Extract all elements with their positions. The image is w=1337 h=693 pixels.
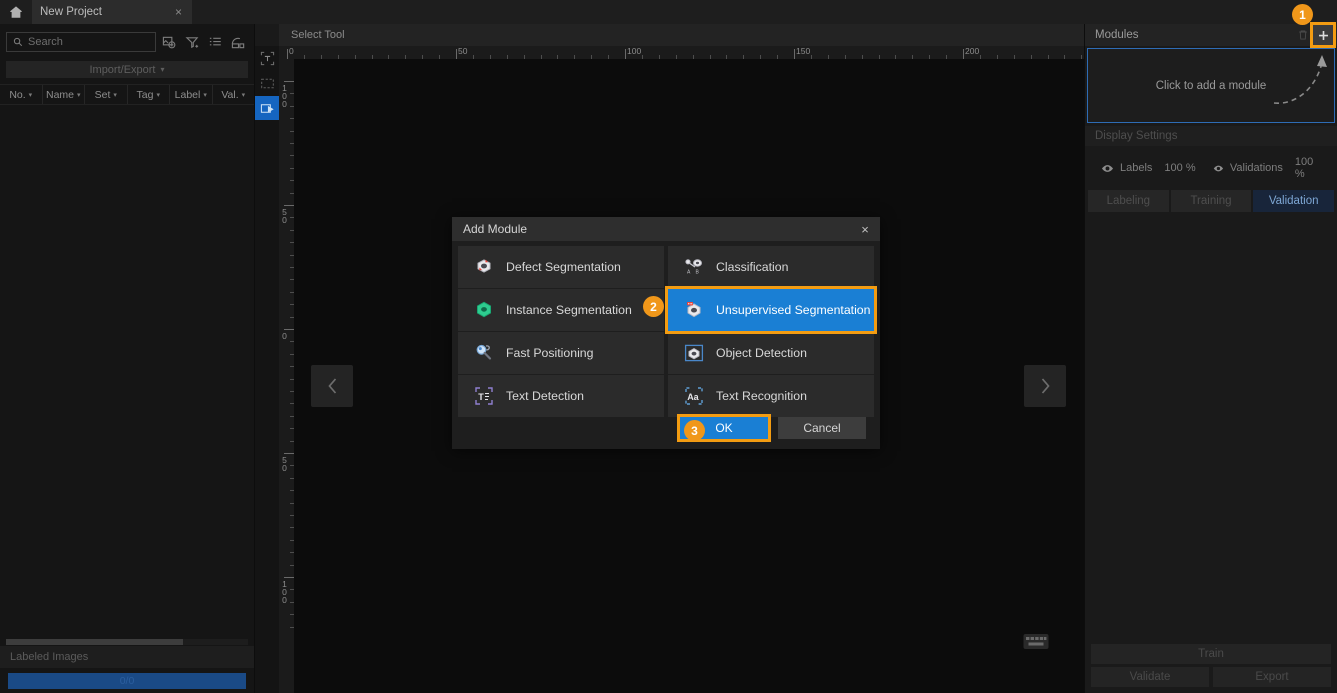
defect-segmentation-item[interactable]: Defect Segmentation: [458, 246, 664, 288]
svg-text:T: T: [478, 392, 484, 402]
unsupervised-segmentation-icon: [682, 298, 706, 322]
module-label: Instance Segmentation: [506, 303, 632, 317]
add-module-dialog: Add Module × Defect Segmentation A B Classi…: [452, 217, 880, 449]
module-label: Fast Positioning: [506, 346, 594, 360]
callout-badge-2: 2: [643, 296, 664, 317]
application-window: New Project × Search Import/Export ▾ No.…: [0, 0, 1337, 693]
fast-positioning-item[interactable]: Fast Positioning: [458, 332, 664, 374]
module-label: Object Detection: [716, 346, 807, 360]
module-grid: Defect Segmentation A B Classification Insta…: [452, 241, 880, 417]
svg-text:A: A: [687, 270, 691, 276]
object-detection-item[interactable]: Object Detection: [668, 332, 874, 374]
dialog-title: Add Module: [463, 222, 528, 236]
callout-badge-3: 3: [684, 420, 705, 441]
classification-item[interactable]: A B Classification: [668, 246, 874, 288]
unsupervised-segmentation-item[interactable]: Unsupervised Segmentation: [665, 286, 877, 334]
dialog-close-icon[interactable]: ×: [856, 220, 874, 238]
svg-text:B: B: [696, 270, 700, 276]
module-label: Text Detection: [506, 389, 584, 403]
instance-segmentation-icon: [472, 298, 496, 322]
classification-icon: AB: [682, 255, 706, 279]
module-label: Text Recognition: [716, 389, 807, 403]
object-detection-icon: [682, 341, 706, 365]
svg-text:Aa: Aa: [687, 392, 699, 402]
module-label: Classification: [716, 260, 789, 274]
dialog-cancel-button[interactable]: Cancel: [778, 417, 866, 439]
instance-segmentation-item[interactable]: Instance Segmentation: [458, 289, 664, 331]
modal-overlay: Add Module × Defect Segmentation A B Classi…: [0, 0, 1337, 693]
fast-positioning-icon: [472, 341, 496, 365]
defect-segmentation-icon: [472, 255, 496, 279]
dialog-footer: OK Cancel: [452, 407, 880, 449]
module-label: Unsupervised Segmentation: [716, 303, 871, 317]
module-label: Defect Segmentation: [506, 260, 621, 274]
dialog-title-bar: Add Module ×: [452, 217, 880, 241]
text-recognition-icon: Aa: [682, 384, 706, 408]
callout-badge-1: 1: [1292, 4, 1313, 25]
text-detection-icon: T: [472, 384, 496, 408]
